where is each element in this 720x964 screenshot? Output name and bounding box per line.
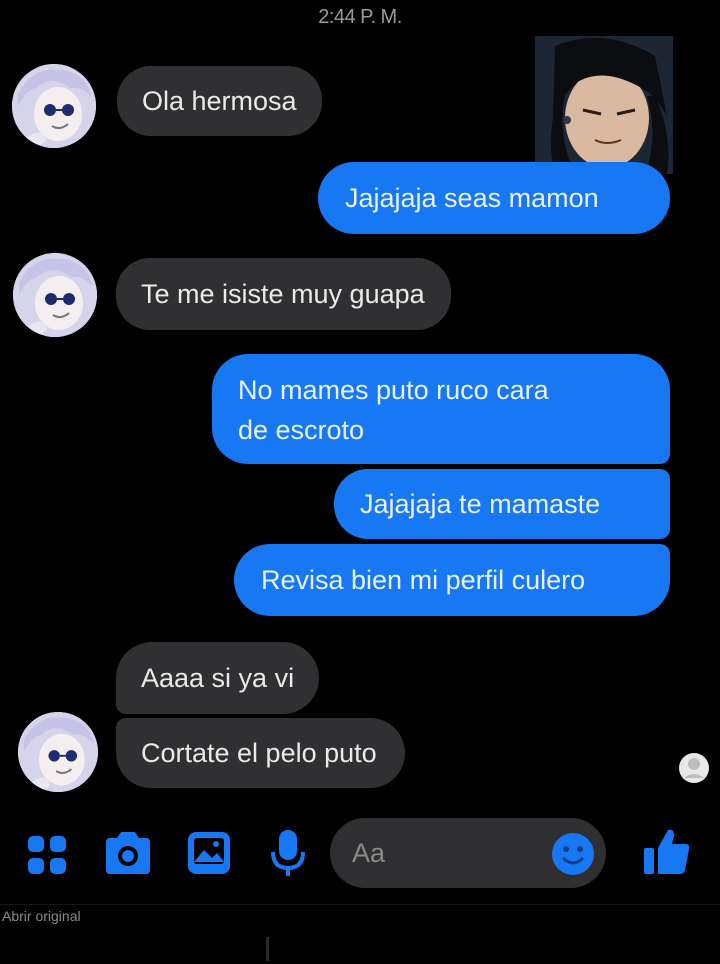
- footer-divider: [0, 904, 720, 905]
- thumbs-up-icon[interactable]: [642, 826, 692, 881]
- apps-grid-icon[interactable]: [26, 834, 70, 883]
- message-bubble-outgoing-multiline[interactable]: No mames puto ruco cara de escroto: [212, 354, 670, 464]
- message-bubble-incoming[interactable]: Ola hermosa: [117, 66, 322, 136]
- microphone-icon[interactable]: [270, 828, 306, 883]
- gallery-icon[interactable]: [186, 830, 232, 881]
- camera-icon[interactable]: [102, 830, 154, 881]
- message-input-placeholder: Aa: [352, 838, 386, 868]
- message-bubble-outgoing[interactable]: Jajajaja te mamaste: [334, 469, 670, 539]
- contact-avatar[interactable]: [12, 64, 96, 148]
- message-bubble-incoming[interactable]: Te me isiste muy guapa: [116, 258, 451, 330]
- anime-avatar-image: [18, 712, 98, 792]
- status-time: 2:44 P. M.: [318, 6, 402, 28]
- message-text-line: No mames puto ruco cara: [238, 375, 549, 405]
- message-bubble-incoming[interactable]: Aaaa si ya vi: [116, 642, 320, 714]
- emoji-icon[interactable]: [550, 831, 596, 882]
- contact-avatar[interactable]: [18, 712, 98, 792]
- message-bubble-outgoing[interactable]: Revisa bien mi perfil culero: [234, 544, 670, 616]
- profile-portrait-image: [535, 36, 673, 174]
- contact-avatar[interactable]: [13, 253, 97, 337]
- seen-avatar-icon: [678, 752, 710, 789]
- message-bubble-outgoing[interactable]: Jajajaja seas mamon: [318, 162, 670, 234]
- message-bubble-incoming[interactable]: Cortate el pelo puto: [116, 718, 405, 788]
- scrollbar-handle: [266, 937, 269, 961]
- anime-avatar-image: [12, 64, 96, 148]
- anime-avatar-image: [13, 253, 97, 337]
- open-original-label[interactable]: Abrir original: [2, 908, 81, 924]
- message-text-line: de escroto: [238, 415, 365, 445]
- contact-profile-picture[interactable]: [535, 36, 673, 174]
